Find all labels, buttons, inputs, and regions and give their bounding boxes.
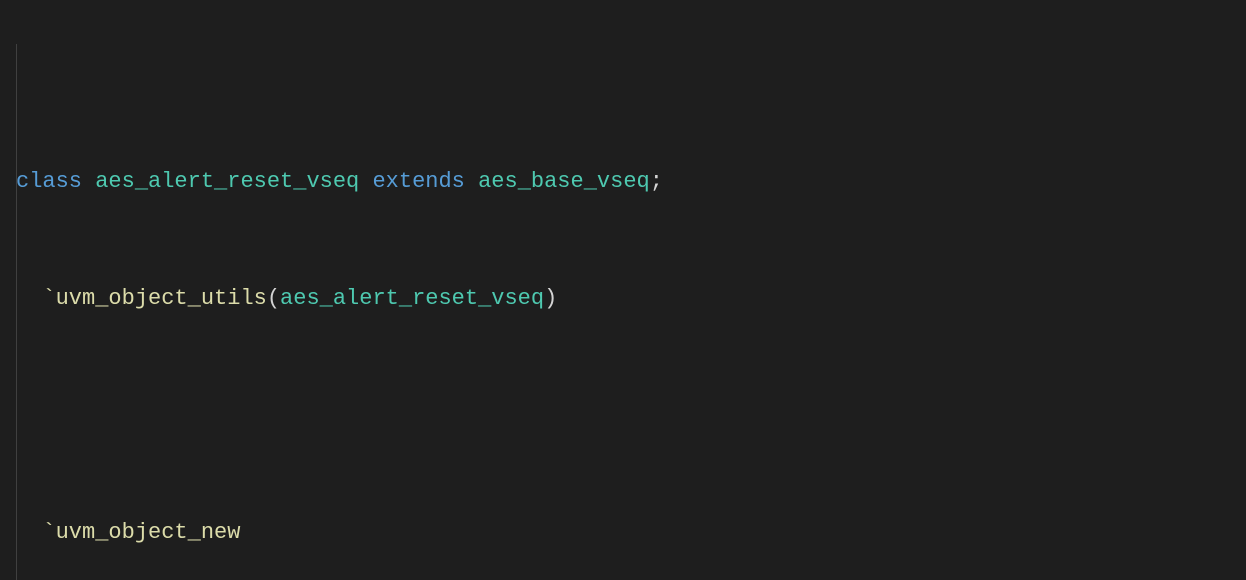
code-token — [16, 286, 42, 311]
code-token: ) — [544, 286, 557, 311]
code-line — [16, 396, 1246, 435]
code-token: aes_alert_reset_vseq — [95, 169, 359, 194]
code-token: ( — [267, 286, 280, 311]
code-token — [16, 520, 42, 545]
code-line: `uvm_object_utils(aes_alert_reset_vseq) — [16, 279, 1246, 318]
code-token — [465, 169, 478, 194]
code-token: `uvm_object_utils — [42, 286, 266, 311]
code-token — [82, 169, 95, 194]
code-token: aes_base_vseq — [478, 169, 650, 194]
code-token: ; — [650, 169, 663, 194]
code-line: class aes_alert_reset_vseq extends aes_b… — [16, 162, 1246, 201]
code-editor[interactable]: class aes_alert_reset_vseq extends aes_b… — [0, 0, 1246, 580]
code-token — [359, 169, 372, 194]
code-line: `uvm_object_new — [16, 513, 1246, 552]
code-token: aes_alert_reset_vseq — [280, 286, 544, 311]
code-token: class — [16, 169, 82, 194]
code-token: `uvm_object_new — [42, 520, 240, 545]
code-token: extends — [372, 169, 464, 194]
